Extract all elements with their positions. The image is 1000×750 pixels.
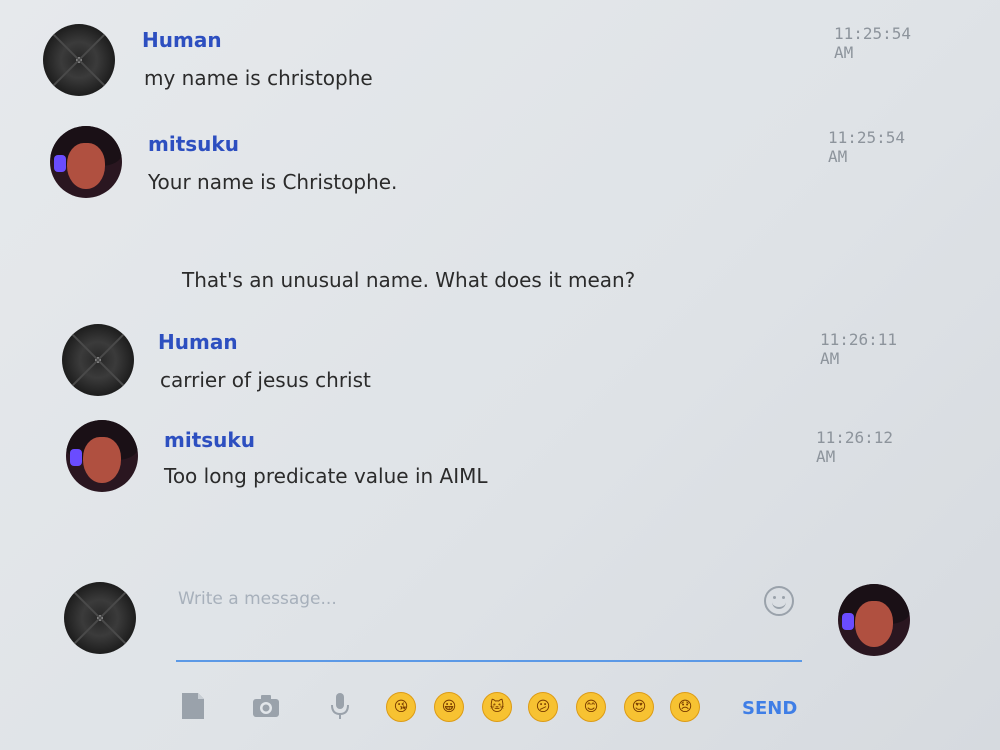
user-avatar: [64, 582, 136, 654]
message-text: my name is christophe: [144, 66, 373, 90]
message-text-continued: That's an unusual name. What does it mea…: [182, 268, 636, 292]
avatar-accent: [842, 612, 854, 631]
mitsuku-avatar: [66, 420, 138, 492]
sad-emoji[interactable]: 😞: [670, 692, 700, 722]
smile-eye-left: [773, 596, 776, 599]
message-text: Too long predicate value in AIML: [164, 464, 488, 488]
smile-mouth: [772, 600, 786, 609]
avatar-face: [83, 437, 121, 484]
message-time: 11:25:54 AM: [834, 24, 912, 62]
message-time: 11:25:54 AM: [828, 128, 906, 166]
input-underline: [176, 660, 802, 662]
file-icon[interactable]: [176, 690, 208, 722]
message-text: carrier of jesus christ: [160, 368, 371, 392]
microphone-icon[interactable]: [324, 690, 356, 722]
message-time: 11:26:11 AM: [820, 330, 898, 368]
avatar-face: [855, 601, 893, 648]
mitsuku-avatar: [50, 126, 122, 198]
message-time: 11:26:12 AM: [816, 428, 894, 466]
message-input[interactable]: [176, 584, 740, 614]
sender-name: mitsuku: [148, 132, 239, 156]
human-avatar: [43, 24, 115, 96]
avatar-accent: [70, 448, 82, 467]
camera-icon[interactable]: [250, 690, 282, 722]
grin-emoji[interactable]: 😀: [434, 692, 464, 722]
bot-avatar: [838, 584, 910, 656]
heart-eyes-emoji[interactable]: 😍: [624, 692, 654, 722]
send-button[interactable]: SEND: [742, 698, 797, 719]
sender-name: mitsuku: [164, 428, 255, 452]
sender-name: Human: [158, 330, 238, 354]
confused-emoji[interactable]: 😕: [528, 692, 558, 722]
message-composer: [176, 576, 802, 662]
human-avatar: [62, 324, 134, 396]
sender-name: Human: [142, 28, 222, 52]
cat-emoji[interactable]: 🐱: [482, 692, 512, 722]
blush-emoji[interactable]: 😊: [576, 692, 606, 722]
avatar-accent: [54, 154, 66, 173]
message-text: Your name is Christophe.: [148, 170, 398, 194]
kiss-emoji[interactable]: 😘: [386, 692, 416, 722]
avatar-face: [67, 143, 105, 190]
smile-icon[interactable]: [764, 586, 794, 616]
smile-eye-right: [782, 596, 785, 599]
